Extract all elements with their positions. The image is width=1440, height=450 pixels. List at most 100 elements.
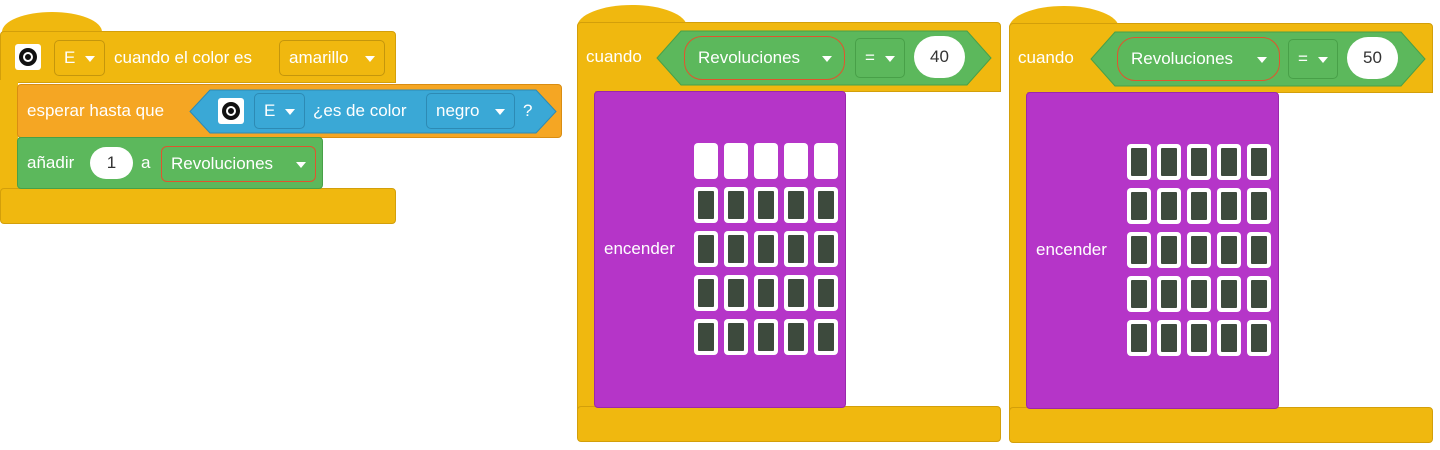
add-amount-value: 1	[106, 153, 117, 172]
led-pixel[interactable]	[814, 319, 838, 355]
led-pixel[interactable]	[1157, 144, 1181, 180]
add-label: añadir	[27, 153, 75, 172]
light-label: encender	[1036, 240, 1107, 259]
variable-dropdown[interactable]: Revoluciones	[161, 146, 316, 182]
led-pixel[interactable]	[1187, 232, 1211, 268]
wait-port-dropdown[interactable]: E	[254, 93, 305, 129]
when-label: cuando	[1018, 48, 1074, 67]
led-pixel[interactable]	[1127, 144, 1151, 180]
led-pixel[interactable]	[1217, 232, 1241, 268]
led-pixel[interactable]	[814, 143, 838, 179]
led-pixel[interactable]	[1247, 320, 1271, 356]
variable-dropdown[interactable]: Revoluciones	[1117, 37, 1280, 81]
led-pixel[interactable]	[1127, 188, 1151, 224]
led-pixel[interactable]	[754, 231, 778, 267]
led-pixel[interactable]	[1157, 188, 1181, 224]
led-pixel[interactable]	[784, 275, 808, 311]
chevron-down-icon	[296, 162, 306, 168]
event-block-bottom	[577, 406, 1001, 442]
led-pixel[interactable]	[814, 187, 838, 223]
led-pixel[interactable]	[1187, 144, 1211, 180]
led-pixel[interactable]	[724, 275, 748, 311]
add-amount-input[interactable]: 1	[90, 147, 133, 179]
variable-value: Revoluciones	[171, 154, 274, 173]
led-pixel[interactable]	[724, 187, 748, 223]
led-pixel[interactable]	[1187, 188, 1211, 224]
led-pixel[interactable]	[784, 143, 808, 179]
led-pixel[interactable]	[1247, 144, 1271, 180]
event-block-spine	[0, 80, 18, 195]
add-to-label: a	[141, 153, 151, 172]
led-pixel[interactable]	[784, 319, 808, 355]
led-pixel[interactable]	[724, 143, 748, 179]
port-dropdown[interactable]: E	[54, 40, 105, 76]
led-pixel[interactable]	[1157, 276, 1181, 312]
led-pixel[interactable]	[1127, 276, 1151, 312]
led-pixel[interactable]	[754, 319, 778, 355]
led-pixel[interactable]	[814, 275, 838, 311]
compare-value: 40	[930, 47, 949, 66]
led-pixel[interactable]	[724, 319, 748, 355]
chevron-down-icon	[1257, 57, 1267, 63]
led-pixel[interactable]	[754, 143, 778, 179]
change-variable-block[interactable]: añadir 1 a Revoluciones	[17, 137, 323, 189]
variable-equals-event-block-50[interactable]: cuando Revoluciones = 50 encender	[1009, 0, 1433, 443]
chevron-down-icon	[885, 56, 895, 62]
color-dropdown[interactable]: amarillo	[279, 40, 385, 76]
variable-equals-event-block-40[interactable]: cuando Revoluciones = 40 encender	[577, 0, 1001, 442]
led-matrix[interactable]	[1127, 144, 1272, 359]
operator-dropdown[interactable]: =	[855, 38, 905, 78]
light-matrix-block[interactable]: encender	[594, 91, 846, 408]
event-block-bottom	[0, 188, 396, 224]
chevron-down-icon	[285, 109, 295, 115]
light-matrix-block[interactable]: encender	[1026, 92, 1279, 409]
led-pixel[interactable]	[1157, 320, 1181, 356]
led-pixel[interactable]	[1187, 276, 1211, 312]
compare-value-input[interactable]: 40	[914, 36, 965, 78]
led-pixel[interactable]	[1217, 144, 1241, 180]
led-pixel[interactable]	[694, 319, 718, 355]
variable-value: Revoluciones	[698, 48, 801, 67]
compare-value-input[interactable]: 50	[1347, 37, 1398, 79]
color-value: amarillo	[289, 48, 349, 67]
led-pixel[interactable]	[694, 231, 718, 267]
wait-until-block[interactable]: esperar hasta que E ¿es de color negro ?	[17, 84, 562, 138]
led-pixel[interactable]	[1127, 320, 1151, 356]
chevron-down-icon	[365, 56, 375, 62]
variable-dropdown[interactable]: Revoluciones	[684, 36, 845, 80]
led-pixel[interactable]	[724, 231, 748, 267]
led-pixel[interactable]	[1157, 232, 1181, 268]
color-sensor-event-block[interactable]: E cuando el color es amarillo esperar ha…	[0, 0, 562, 225]
led-pixel[interactable]	[814, 231, 838, 267]
wait-until-label: esperar hasta que	[27, 101, 165, 120]
when-color-label: cuando el color es	[114, 48, 252, 67]
operator-value: =	[1298, 49, 1308, 68]
led-pixel[interactable]	[1217, 276, 1241, 312]
led-pixel[interactable]	[1217, 320, 1241, 356]
wait-color-dropdown[interactable]: negro	[426, 93, 515, 129]
led-pixel[interactable]	[694, 187, 718, 223]
led-pixel[interactable]	[1187, 320, 1211, 356]
led-pixel[interactable]	[754, 275, 778, 311]
wait-color-value: negro	[436, 101, 480, 120]
event-block-spine	[1009, 89, 1027, 414]
led-pixel[interactable]	[1247, 232, 1271, 268]
led-pixel[interactable]	[1247, 276, 1271, 312]
led-pixel[interactable]	[694, 143, 718, 179]
led-pixel[interactable]	[1247, 188, 1271, 224]
light-label: encender	[604, 239, 675, 258]
led-pixel[interactable]	[754, 187, 778, 223]
wait-port-value: E	[264, 101, 276, 120]
led-pixel[interactable]	[784, 187, 808, 223]
led-matrix[interactable]	[694, 143, 839, 358]
chevron-down-icon	[85, 56, 95, 62]
variable-value: Revoluciones	[1131, 49, 1234, 68]
operator-dropdown[interactable]: =	[1288, 39, 1338, 79]
chevron-down-icon	[495, 109, 505, 115]
led-pixel[interactable]	[1127, 232, 1151, 268]
led-pixel[interactable]	[694, 275, 718, 311]
port-value: E	[64, 48, 76, 67]
led-pixel[interactable]	[1217, 188, 1241, 224]
led-pixel[interactable]	[784, 231, 808, 267]
is-color-label: ¿es de color	[313, 101, 407, 120]
